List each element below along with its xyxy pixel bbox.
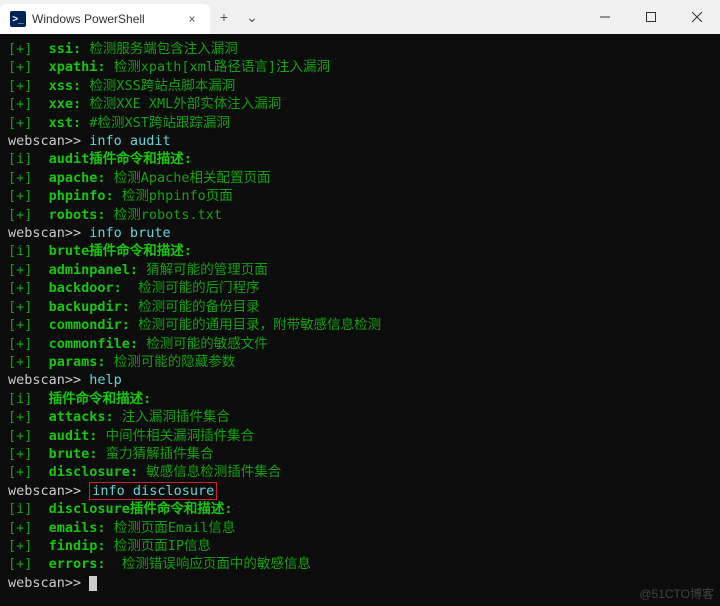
terminal-output[interactable]: [+] ssi: 检测服务端包含注入漏洞[+] xpathi: 检测xpath[… <box>0 34 720 606</box>
powershell-window: >_ Windows PowerShell × + ⌄ [+] ssi: 检测服… <box>0 0 720 606</box>
minimize-button[interactable] <box>582 0 628 34</box>
tab-title: Windows PowerShell <box>32 12 178 26</box>
tab-close-button[interactable]: × <box>184 12 200 26</box>
tab-dropdown-button[interactable]: ⌄ <box>238 9 266 26</box>
maximize-button[interactable] <box>628 0 674 34</box>
powershell-icon: >_ <box>10 11 26 27</box>
new-tab-button[interactable]: + <box>210 9 238 25</box>
window-controls <box>582 0 720 34</box>
tabbar-controls: + ⌄ <box>210 0 266 34</box>
tab-powershell[interactable]: >_ Windows PowerShell × <box>0 4 210 34</box>
close-button[interactable] <box>674 0 720 34</box>
titlebar: >_ Windows PowerShell × + ⌄ <box>0 0 720 34</box>
